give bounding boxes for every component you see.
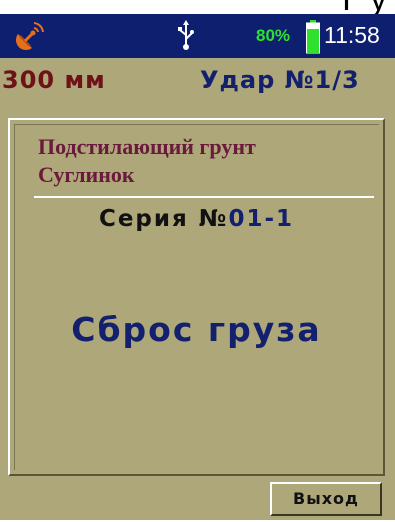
device-frame: Г у	[0, 0, 395, 522]
impact-counter: Удар №1/3	[200, 66, 360, 94]
measurement-info-row: 300 мм Удар №1/3	[0, 58, 395, 108]
depth-value: 300 мм	[2, 66, 106, 94]
panel-divider	[34, 196, 374, 198]
status-bar: 80% 11:58	[0, 14, 395, 58]
soil-type-value: Суглинок	[38, 162, 135, 187]
main-panel: Подстилающий грунт Суглинок Серия №01-1 …	[8, 118, 385, 476]
series-value: 01-1	[228, 206, 295, 232]
usb-icon	[176, 19, 196, 51]
battery-icon	[306, 20, 320, 54]
satellite-icon	[14, 20, 46, 52]
impact-value: 1/3	[314, 66, 360, 94]
soil-type-label: Подстилающий грунт	[38, 134, 256, 159]
series-number: Серия №01-1	[10, 206, 383, 232]
device-screen: 80% 11:58 300 мм Удар №1/3 Подстилающий …	[0, 14, 395, 520]
impact-label: Удар №	[200, 66, 315, 94]
clock: 11:58	[324, 22, 380, 48]
exit-button[interactable]: Выход	[270, 482, 382, 516]
battery-percent: 80%	[256, 26, 291, 45]
series-label: Серия №	[98, 206, 229, 232]
status-message: Сброс груза	[71, 310, 322, 349]
